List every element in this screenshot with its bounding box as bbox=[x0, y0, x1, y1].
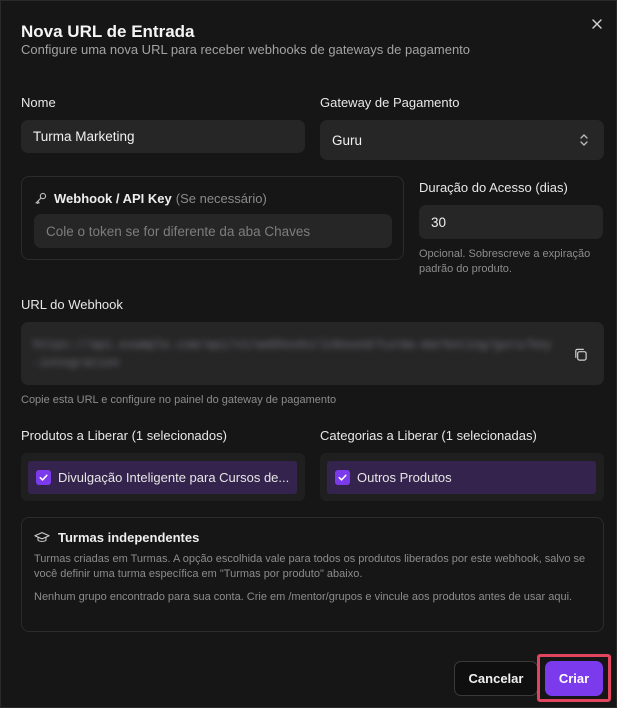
product-item[interactable]: Divulgação Inteligente para Cursos de... bbox=[28, 461, 297, 494]
create-button[interactable]: Criar bbox=[545, 661, 603, 696]
gateway-value: Guru bbox=[332, 132, 363, 148]
turmas-title: Turmas independentes bbox=[58, 530, 200, 545]
webhook-key-card: Webhook / API Key (Se necessário) Cole o… bbox=[21, 176, 404, 260]
categories-label: Categorias a Liberar (1 selecionadas) bbox=[320, 428, 537, 443]
webhook-key-label: Webhook / API Key bbox=[54, 191, 172, 206]
category-item-label: Outros Produtos bbox=[357, 470, 452, 485]
webhook-key-input[interactable]: Cole o token se for diferente da aba Cha… bbox=[34, 214, 392, 248]
webhook-url-hint: Copie esta URL e configure no painel do … bbox=[21, 394, 337, 406]
webhook-url-label: URL do Webhook bbox=[21, 297, 123, 312]
duration-input[interactable]: 30 bbox=[419, 205, 603, 239]
checkbox-checked-icon[interactable] bbox=[335, 470, 350, 485]
duration-hint: Opcional. Sobrescreve a expiração padrão… bbox=[419, 248, 591, 275]
duration-label: Duração do Acesso (dias) bbox=[419, 180, 568, 195]
name-value: Turma Marketing bbox=[33, 129, 135, 144]
key-icon bbox=[35, 192, 47, 205]
webhook-key-label-suffix: (Se necessário) bbox=[175, 191, 267, 206]
cancel-button[interactable]: Cancelar bbox=[454, 661, 538, 696]
gateway-select[interactable]: Guru bbox=[320, 120, 604, 160]
webhook-url-value: https://api.example.com/api/v1/webhooks/… bbox=[33, 338, 552, 370]
turmas-empty-message: Nenhum grupo encontrado para sua conta. … bbox=[34, 591, 573, 603]
new-url-dialog: Nova URL de Entrada Configure uma nova U… bbox=[0, 0, 617, 708]
checkbox-checked-icon[interactable] bbox=[36, 470, 51, 485]
dialog-title: Nova URL de Entrada bbox=[21, 22, 195, 41]
webhook-key-placeholder: Cole o token se for diferente da aba Cha… bbox=[46, 223, 311, 239]
dialog-subtitle: Configure uma nova URL para receber webh… bbox=[21, 42, 471, 57]
turmas-description: Turmas criadas em Turmas. A opção escolh… bbox=[34, 553, 586, 580]
category-item[interactable]: Outros Produtos bbox=[327, 461, 596, 494]
products-label: Produtos a Liberar (1 selecionados) bbox=[21, 428, 227, 443]
graduation-cap-icon bbox=[34, 532, 50, 542]
product-item-label: Divulgação Inteligente para Cursos de... bbox=[58, 470, 290, 485]
categories-list: Outros Produtos bbox=[320, 453, 604, 501]
copy-icon[interactable] bbox=[573, 347, 588, 362]
close-icon[interactable] bbox=[588, 15, 606, 33]
name-input[interactable]: Turma Marketing bbox=[21, 120, 305, 153]
chevron-up-down-icon bbox=[580, 134, 588, 146]
products-list: Divulgação Inteligente para Cursos de... bbox=[21, 453, 305, 501]
name-label: Nome bbox=[21, 95, 56, 110]
duration-value: 30 bbox=[431, 214, 447, 230]
gateway-label: Gateway de Pagamento bbox=[320, 95, 460, 110]
turmas-card: Turmas independentes Turmas criadas em T… bbox=[21, 517, 604, 632]
webhook-url-field[interactable]: https://api.example.com/api/v1/webhooks/… bbox=[21, 322, 604, 385]
